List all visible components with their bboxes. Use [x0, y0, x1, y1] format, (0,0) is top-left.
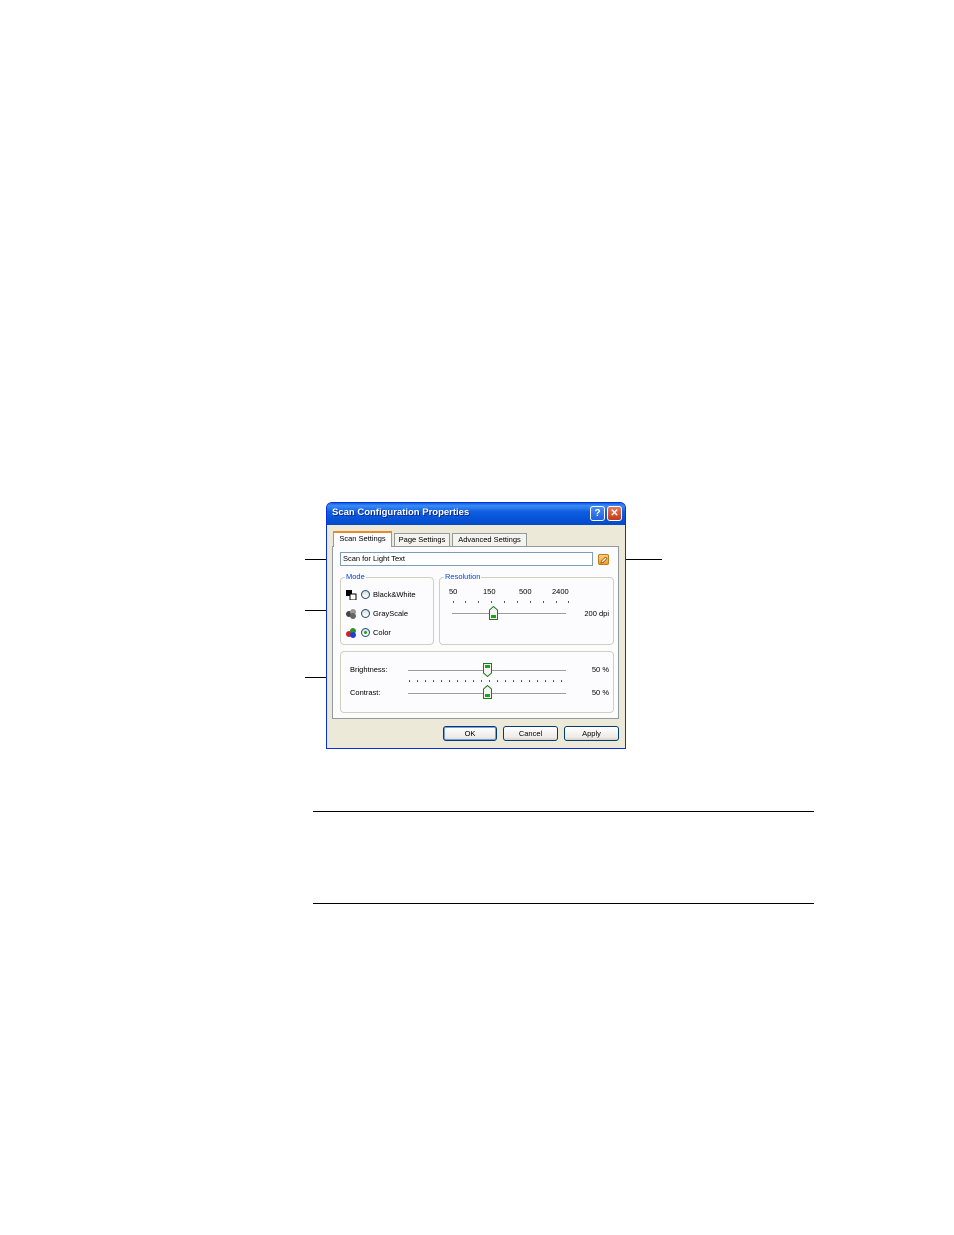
adjustment-ticks [409, 680, 567, 684]
tab-advanced-settings[interactable]: Advanced Settings [452, 533, 527, 546]
configuration-name-input[interactable]: Scan for Light Text [340, 552, 593, 566]
resolution-group-label: Resolution [444, 572, 482, 581]
help-button[interactable]: ? [590, 506, 605, 521]
mode-group-label: Mode [345, 572, 366, 581]
resolution-slider-track[interactable] [452, 613, 566, 615]
pencil-icon [600, 556, 608, 564]
mode-label-color: Color [373, 628, 391, 637]
radio-grayscale[interactable] [361, 609, 370, 618]
resolution-slider-thumb[interactable] [489, 606, 498, 620]
note-rule-bottom [313, 903, 814, 904]
radio-black-white[interactable] [361, 590, 370, 599]
mode-option-black-white[interactable]: Black&White [346, 589, 432, 601]
mode-option-color[interactable]: Color [346, 627, 432, 639]
mode-label-black-white: Black&White [373, 590, 416, 599]
resolution-ticks [453, 601, 569, 605]
ok-button[interactable]: OK [443, 726, 497, 741]
resolution-tick-label: 50 [449, 587, 458, 596]
resolution-group: Resolution 50 150 500 2400 200 dpi [439, 572, 614, 645]
brightness-value: 50 % [591, 665, 609, 674]
cancel-button[interactable]: Cancel [503, 726, 558, 741]
contrast-label: Contrast: [350, 688, 381, 697]
brightness-slider-thumb[interactable] [483, 663, 492, 677]
resolution-tick-label: 2400 [552, 587, 569, 596]
color-icon [346, 628, 356, 638]
contrast-value: 50 % [591, 688, 609, 697]
title-bar[interactable]: Scan Configuration Properties ? ✕ [327, 503, 625, 525]
tab-scan-settings[interactable]: Scan Settings [333, 531, 392, 547]
close-button[interactable]: ✕ [607, 506, 622, 521]
resolution-tick-label: 500 [519, 587, 532, 596]
mode-group: Mode Black&White GrayScale Color [340, 572, 434, 645]
mode-label-grayscale: GrayScale [373, 609, 409, 618]
mode-option-grayscale[interactable]: GrayScale [346, 608, 432, 620]
brightness-label: Brightness: [350, 665, 388, 674]
contrast-slider-thumb[interactable] [483, 685, 492, 699]
black-white-icon [346, 590, 357, 600]
scan-settings-panel: Scan for Light Text Mode Black&White Gra… [332, 546, 619, 719]
adjustments-group: Brightness: 50 % Contrast: 50 % [340, 651, 614, 713]
edit-name-button[interactable] [598, 554, 609, 565]
resolution-tick-label: 150 [483, 587, 496, 596]
note-rule-top [313, 811, 814, 812]
grayscale-icon [346, 609, 356, 619]
apply-button[interactable]: Apply [564, 726, 619, 741]
tab-page-settings[interactable]: Page Settings [394, 533, 450, 546]
window-title: Scan Configuration Properties [332, 507, 470, 518]
resolution-value: 200 dpi [584, 609, 609, 618]
scan-configuration-dialog: Scan Configuration Properties ? ✕ Scan S… [326, 502, 626, 749]
radio-color[interactable] [361, 628, 370, 637]
